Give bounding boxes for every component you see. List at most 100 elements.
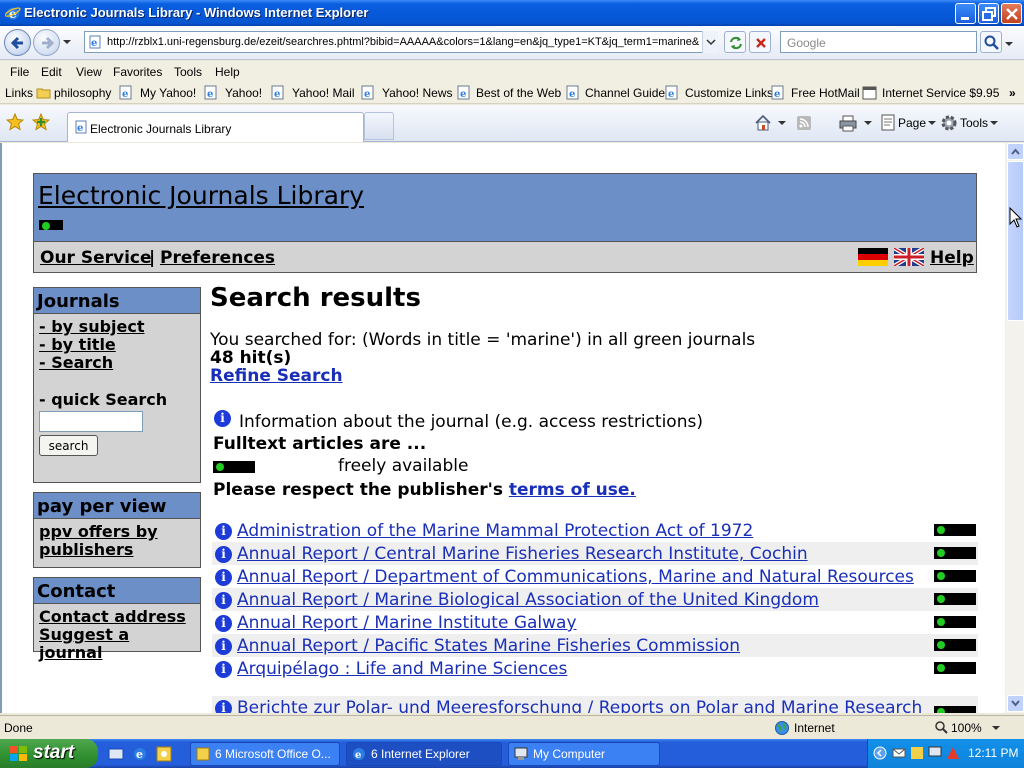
availability-icon (934, 706, 976, 713)
info-icon[interactable]: i (215, 523, 232, 540)
address-bar[interactable]: e http://rzblx1.uni-regensburg.de/ezeit/… (84, 31, 718, 53)
restore-button[interactable] (978, 3, 999, 24)
info-icon[interactable]: i (215, 569, 232, 586)
start-button[interactable]: start (0, 739, 98, 768)
menu-favorites[interactable]: Favorites (113, 65, 162, 79)
quick-search-input[interactable] (39, 411, 143, 432)
window-titlebar[interactable]: e Electronic Journals Library - Windows … (0, 0, 1024, 26)
info-icon[interactable]: i (215, 661, 232, 678)
journal-link[interactable]: Annual Report / Marine Institute Galway (237, 613, 577, 633)
network-tray-icon[interactable] (928, 746, 942, 760)
address-url[interactable]: http://rzblx1.uni-regensburg.de/ezeit/se… (107, 36, 707, 48)
journal-link[interactable]: Annual Report / Pacific States Marine Fi… (237, 636, 740, 656)
security-alert-tray-icon[interactable] (946, 746, 960, 760)
link-philosophy[interactable]: philosophy (54, 86, 111, 100)
forward-button[interactable] (33, 29, 60, 56)
link-best-of-web[interactable]: Best of the Web (476, 86, 561, 100)
scroll-thumb[interactable] (1007, 161, 1024, 321)
suggest-journal-link[interactable]: Suggest a journal (39, 626, 195, 662)
add-favorites-icon[interactable] (32, 113, 50, 131)
german-flag-icon[interactable] (858, 248, 888, 266)
by-title-link[interactable]: - by title (39, 336, 195, 354)
links-overflow-chevron-icon[interactable]: » (1009, 86, 1016, 100)
menu-file[interactable]: File (10, 65, 29, 79)
back-button[interactable] (4, 29, 31, 56)
address-dropdown-button[interactable] (702, 31, 718, 53)
tools-menu-button[interactable]: Tools (960, 116, 988, 130)
info-icon[interactable]: i (215, 546, 232, 563)
refine-search-link[interactable]: Refine Search (210, 366, 343, 386)
link-customize-links[interactable]: Customize Links (685, 86, 773, 100)
by-subject-link[interactable]: - by subject (39, 318, 195, 336)
journal-link[interactable]: Administration of the Marine Mammal Prot… (237, 521, 753, 541)
home-icon[interactable] (754, 114, 772, 132)
rss-feed-icon[interactable] (796, 115, 812, 131)
quicklaunch-ie-icon[interactable]: e (132, 746, 148, 762)
link-yahoo-news[interactable]: Yahoo! News (382, 86, 452, 100)
journal-link[interactable]: Annual Report / Central Marine Fisheries… (237, 544, 808, 564)
uk-flag-icon[interactable] (894, 248, 924, 266)
info-icon[interactable]: i (215, 592, 232, 609)
tab-electronic-journals[interactable]: e Electronic Journals Library (67, 112, 364, 142)
zoom-level[interactable]: 100% (951, 721, 982, 735)
scroll-up-arrow[interactable] (1007, 143, 1024, 160)
journal-link[interactable]: Berichte zur Polar- und Meeresforschung … (237, 698, 922, 713)
page-menu-button[interactable]: Page (898, 116, 926, 130)
close-button[interactable] (1001, 3, 1022, 24)
history-dropdown-icon[interactable] (62, 37, 72, 47)
mail-tray-icon[interactable] (892, 746, 906, 760)
media-tray-icon[interactable] (910, 746, 924, 760)
quicklaunch-explorer-icon[interactable] (108, 746, 124, 762)
minimize-button[interactable] (955, 3, 976, 24)
info-icon[interactable]: i (215, 638, 232, 655)
link-free-hotmail[interactable]: Free HotMail (791, 86, 860, 100)
ppv-offers-link[interactable]: ppv offers by publishers (39, 523, 159, 559)
refresh-button[interactable] (724, 31, 746, 53)
terms-of-use-link[interactable]: terms of use. (509, 480, 636, 500)
print-icon[interactable] (838, 114, 858, 132)
info-icon[interactable]: i (215, 615, 232, 632)
menu-edit[interactable]: Edit (41, 65, 62, 79)
our-service-link[interactable]: Our Service (40, 248, 152, 268)
preferences-link[interactable]: Preferences (160, 248, 275, 268)
link-my-yahoo[interactable]: My Yahoo! (140, 86, 196, 100)
menu-tools[interactable]: Tools (174, 65, 202, 79)
search-button[interactable] (980, 31, 1002, 53)
site-title-link[interactable]: Electronic Journals Library (38, 181, 364, 210)
chevron-down-icon[interactable] (778, 120, 786, 126)
link-yahoo-mail[interactable]: Yahoo! Mail (292, 86, 354, 100)
availability-icon (934, 547, 976, 559)
chevron-down-icon[interactable] (992, 725, 1000, 731)
contact-address-link[interactable]: Contact address (39, 608, 195, 626)
menu-help[interactable]: Help (215, 65, 240, 79)
journal-link[interactable]: Annual Report / Department of Communicat… (237, 567, 914, 587)
new-tab-button[interactable] (364, 112, 394, 140)
site-header: Electronic Journals Library Our Service … (33, 173, 977, 273)
stop-button[interactable] (749, 31, 771, 53)
quicklaunch-media-icon[interactable] (156, 746, 172, 762)
svg-text:e: e (364, 89, 370, 100)
journal-link[interactable]: Annual Report / Marine Biological Associ… (237, 590, 819, 610)
search-input[interactable]: Google (780, 31, 977, 53)
search-link[interactable]: - Search (39, 354, 195, 372)
chevron-down-icon[interactable] (990, 120, 998, 126)
task-my-computer[interactable]: My Computer (508, 742, 660, 766)
quick-search-button[interactable]: search (39, 435, 98, 456)
task-internet-explorer[interactable]: e 6 Internet Explorer (346, 742, 502, 766)
chevron-down-icon[interactable] (864, 120, 872, 126)
tray-expand-icon[interactable] (873, 746, 887, 760)
task-my-computer-label: My Computer (533, 747, 606, 761)
chevron-down-icon[interactable] (928, 120, 936, 126)
info-icon[interactable]: i (215, 700, 232, 713)
scroll-down-arrow[interactable] (1007, 695, 1024, 712)
menu-view[interactable]: View (76, 65, 102, 79)
link-channel-guide[interactable]: Channel Guide (585, 86, 665, 100)
task-office[interactable]: 6 Microsoft Office O... (190, 742, 340, 766)
help-link[interactable]: Help (930, 248, 974, 268)
journal-link[interactable]: Arquipélago : Life and Marine Sciences (237, 659, 567, 679)
link-internet-service[interactable]: Internet Service $9.95 (882, 86, 999, 100)
search-options-icon[interactable] (1004, 39, 1014, 49)
contact-heading: Contact (34, 578, 200, 604)
link-yahoo[interactable]: Yahoo! (225, 86, 262, 100)
favorites-star-icon[interactable] (6, 113, 24, 131)
